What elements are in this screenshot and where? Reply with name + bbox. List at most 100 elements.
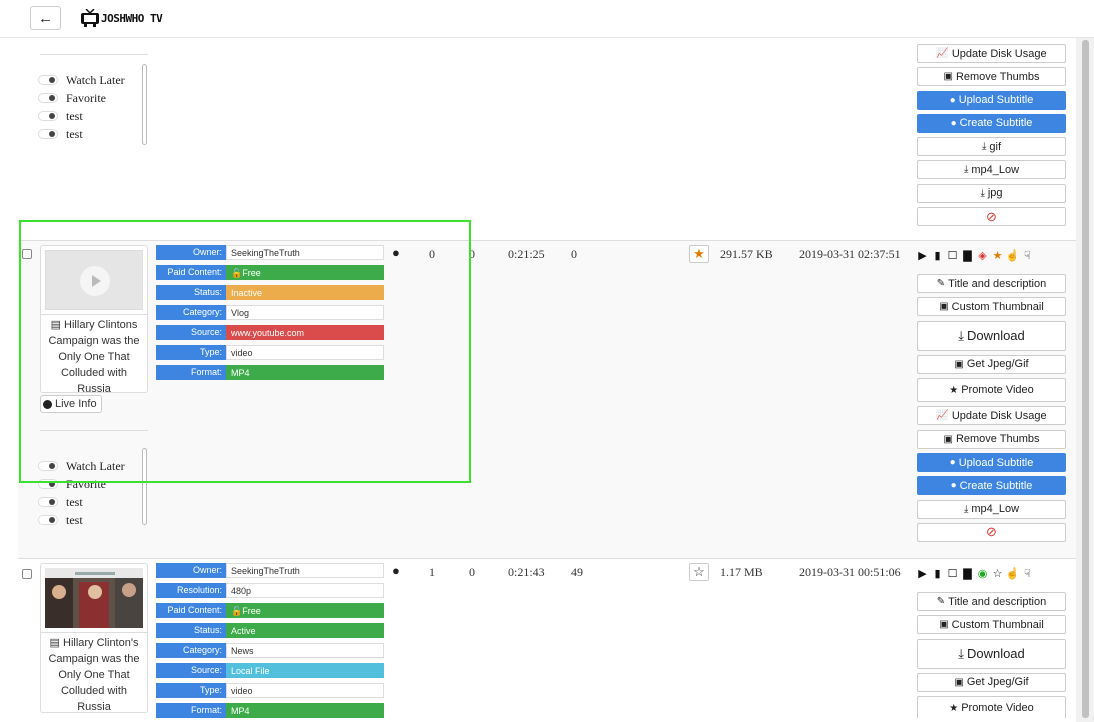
map-marker-icon[interactable]: ● — [392, 563, 400, 578]
paid-content-value[interactable]: 🔓Free — [226, 603, 384, 618]
custom-thumbnail-button[interactable]: ▣ Custom Thumbnail — [917, 297, 1066, 317]
likes-count: 0 — [469, 565, 475, 579]
video-thumbnail[interactable] — [45, 250, 143, 310]
custom-thumbnail-button[interactable]: ▣ Custom Thumbnail — [917, 615, 1066, 635]
remove-thumbs-button[interactable]: ▣ Remove Thumbs — [917, 67, 1066, 87]
action-buttons: ✎ Title and description ▣ Custom Thumbnail… — [917, 592, 1066, 718]
toggle-switch[interactable] — [38, 111, 58, 121]
play-icon[interactable]: ▶ — [915, 249, 930, 262]
edit-icon[interactable]: ☐ — [945, 567, 960, 580]
toggle-switch[interactable] — [38, 497, 58, 507]
copy-icon[interactable]: ▮ — [930, 567, 945, 580]
image-icon: ▣ — [939, 301, 949, 313]
video-card[interactable]: ▤ Hillary Clinton's Campaign was the Onl… — [40, 563, 148, 713]
playlist-toggle[interactable]: Favorite — [38, 89, 146, 107]
eye-slash-icon[interactable]: ◈ — [975, 249, 990, 262]
map-marker-icon[interactable]: ● — [392, 245, 400, 260]
playlist-toggle[interactable]: Favorite — [38, 475, 146, 493]
duration: 0:21:25 — [508, 247, 545, 261]
chart-icon: 📈 — [936, 48, 949, 59]
download-icon: ⤓ — [958, 645, 964, 661]
thumbs-down-icon[interactable]: ☟ — [1020, 249, 1035, 262]
paid-content-value[interactable]: 🔓Free — [226, 265, 384, 280]
playlist-scrollbar[interactable] — [142, 448, 147, 525]
playlist-toggle[interactable]: Watch Later — [38, 71, 146, 89]
video-card[interactable]: ▤ Hillary Clintons Campaign was the Only… — [40, 245, 148, 395]
action-buttons: ✎ Title and description ▣ Custom Thumbnail… — [917, 274, 1066, 546]
eye-icon[interactable]: ◉ — [975, 567, 990, 580]
image-icon: ▣ — [939, 619, 949, 631]
toggle-switch[interactable] — [38, 93, 58, 103]
title-description-button[interactable]: ✎ Title and description — [917, 592, 1066, 611]
status-value[interactable]: Inactive — [226, 285, 384, 300]
toggle-switch[interactable] — [38, 515, 58, 525]
upload-subtitle-button[interactable]: ● Upload Subtitle — [917, 90, 1066, 110]
source-value[interactable]: Local File — [226, 663, 384, 678]
promote-video-button[interactable]: ★ Promote Video — [917, 378, 1066, 403]
star-icon: ★ — [949, 384, 959, 396]
update-disk-usage-button[interactable]: 📈 Update Disk Usage — [917, 44, 1066, 63]
toggle-switch[interactable] — [38, 75, 58, 85]
block-user-button[interactable]: ⊘ — [917, 522, 1066, 542]
create-subtitle-button[interactable]: ● Create Subtitle — [917, 476, 1066, 496]
trash-icon[interactable]: ▇ — [960, 567, 975, 580]
source-value[interactable]: www.youtube.com — [226, 325, 384, 340]
video-thumbnail[interactable] — [45, 568, 143, 628]
owner-value: SeekingTheTruth — [226, 245, 384, 260]
feature-button[interactable]: ★ — [689, 245, 709, 263]
toggle-switch[interactable] — [38, 461, 58, 471]
download-button[interactable]: ⤓ Download — [917, 320, 1066, 351]
playlist-toggle[interactable]: test — [38, 493, 146, 511]
edit-icon[interactable]: ☐ — [945, 249, 960, 262]
download-icon: ⤓ — [980, 187, 985, 199]
playlist-toggle[interactable]: test — [38, 107, 146, 125]
playlist-toggle[interactable]: test — [38, 511, 146, 529]
get-jpeg-gif-button[interactable]: ▣ Get Jpeg/Gif — [917, 354, 1066, 374]
update-disk-usage-button[interactable]: 📈 Update Disk Usage — [917, 406, 1066, 426]
upload-subtitle-button[interactable]: ● Upload Subtitle — [917, 453, 1066, 473]
page-scrollbar-thumb[interactable] — [1082, 40, 1089, 718]
download-jpg-button[interactable]: ⤓ jpg — [917, 183, 1066, 203]
copy-icon[interactable]: ▮ — [930, 249, 945, 262]
download-mp4-low-button[interactable]: ⤓ mp4_Low — [917, 499, 1066, 519]
thumbs-up-icon[interactable]: ☝ — [1005, 249, 1020, 262]
promote-video-button[interactable]: ★ Promote Video — [917, 696, 1066, 718]
chart-icon: 📈 — [936, 410, 949, 422]
thumbs-up-icon[interactable]: ☝ — [1005, 567, 1020, 580]
star-outline-icon[interactable]: ☆ — [990, 567, 1005, 580]
download-gif-button[interactable]: ⤓ gif — [917, 137, 1066, 157]
playlist-toggle[interactable]: Watch Later — [38, 457, 146, 475]
thumbs-down-icon[interactable]: ☟ — [1020, 567, 1035, 580]
row-checkbox[interactable] — [22, 569, 32, 579]
playlist-toggle[interactable]: test — [38, 125, 146, 143]
row-checkbox[interactable] — [22, 249, 32, 259]
block-user-button[interactable]: ⊘ — [917, 207, 1066, 227]
duration: 0:21:43 — [508, 565, 545, 579]
trash-icon[interactable]: ▇ — [960, 249, 975, 262]
likes-count: 0 — [469, 247, 475, 261]
site-logo[interactable]: JOSHWHO TV — [80, 5, 163, 31]
download-icon: ⤓ — [958, 327, 964, 343]
toggle-switch[interactable] — [38, 129, 58, 139]
video-title: Hillary Clinton's Campaign was the Only … — [48, 637, 140, 713]
get-jpeg-gif-button[interactable]: ▣ Get Jpeg/Gif — [917, 672, 1066, 692]
play-icon[interactable]: ▶ — [915, 567, 930, 580]
create-subtitle-button[interactable]: ● Create Subtitle — [917, 113, 1066, 133]
title-description-button[interactable]: ✎ Title and description — [917, 274, 1066, 293]
playlist-scrollbar[interactable] — [142, 64, 147, 145]
comment-icon: ● — [949, 457, 956, 469]
resolution-value: 480p — [226, 583, 384, 598]
download-button[interactable]: ⤓ Download — [917, 638, 1066, 669]
thumbnail-image — [45, 568, 143, 628]
table-row: ▤ Hillary Clinton's Campaign was the Onl… — [18, 558, 1076, 718]
back-button[interactable]: ← — [30, 6, 61, 30]
views-count: 1 — [429, 565, 435, 579]
tv-icon — [81, 9, 99, 27]
star-icon[interactable]: ★ — [990, 249, 1005, 262]
feature-button[interactable]: ☆ — [689, 563, 709, 581]
download-mp4-low-button[interactable]: ⤓ mp4_Low — [917, 160, 1066, 180]
live-info-button[interactable]: Live Info — [40, 395, 102, 413]
status-value[interactable]: Active — [226, 623, 384, 638]
toggle-switch[interactable] — [38, 479, 58, 489]
remove-thumbs-button[interactable]: ▣ Remove Thumbs — [917, 429, 1066, 449]
